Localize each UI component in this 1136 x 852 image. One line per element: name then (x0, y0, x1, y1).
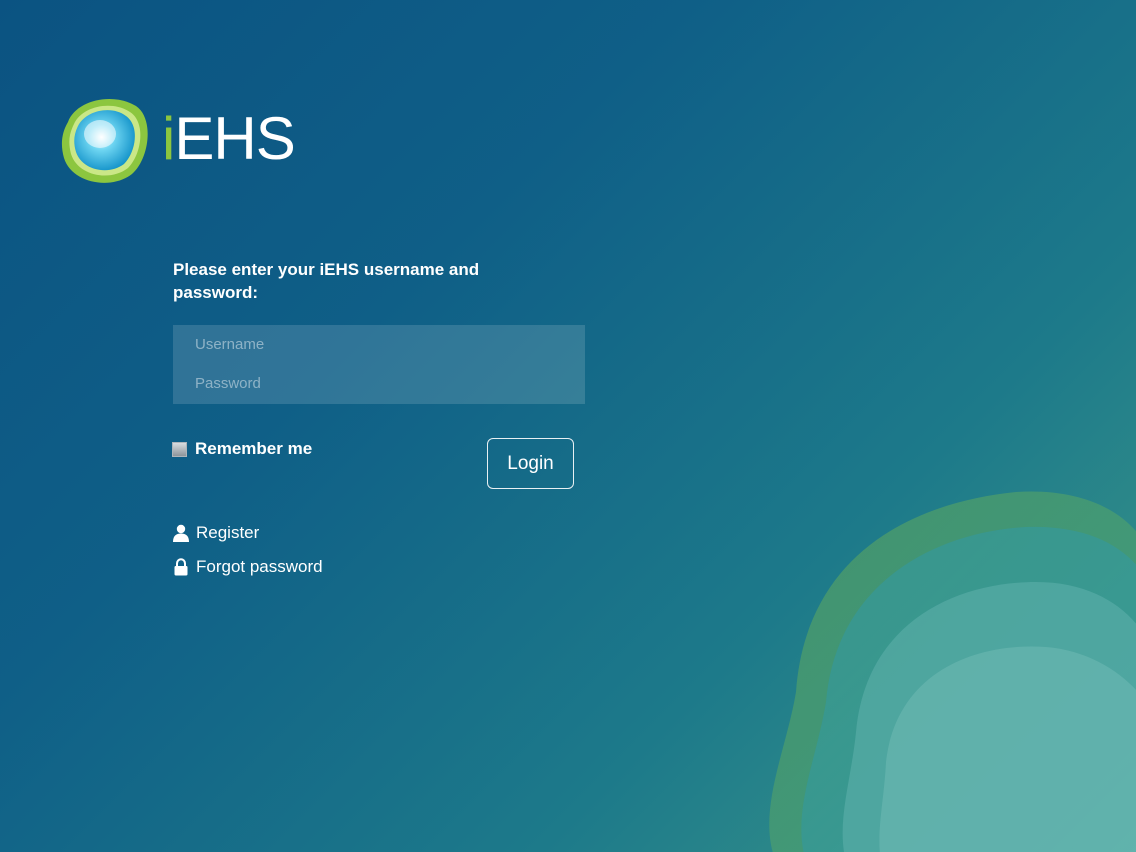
register-label: Register (196, 523, 260, 542)
remember-me-label: Remember me (195, 439, 313, 458)
forgot-password-link[interactable]: Forgot password (172, 557, 323, 577)
app-logo-text: iEHS (162, 109, 296, 169)
user-icon (173, 524, 189, 542)
credentials-panel (173, 325, 585, 404)
remember-me-toggle[interactable]: Remember me (172, 439, 312, 459)
background-swirl-icon (769, 491, 1136, 852)
username-input[interactable] (173, 325, 585, 364)
app-logo: iEHS (58, 92, 296, 186)
logo-suffix: EHS (174, 105, 295, 172)
forgot-password-label: Forgot password (196, 557, 323, 576)
register-link[interactable]: Register (172, 523, 259, 543)
remember-me-checkbox[interactable] (172, 441, 187, 457)
password-input[interactable] (173, 364, 585, 403)
lock-icon (174, 558, 188, 576)
login-button[interactable]: Login (487, 438, 574, 489)
iehs-logo-icon (61, 99, 148, 183)
login-prompt: Please enter your iEHS username and pass… (173, 260, 480, 302)
logo-prefix: i (162, 105, 175, 172)
